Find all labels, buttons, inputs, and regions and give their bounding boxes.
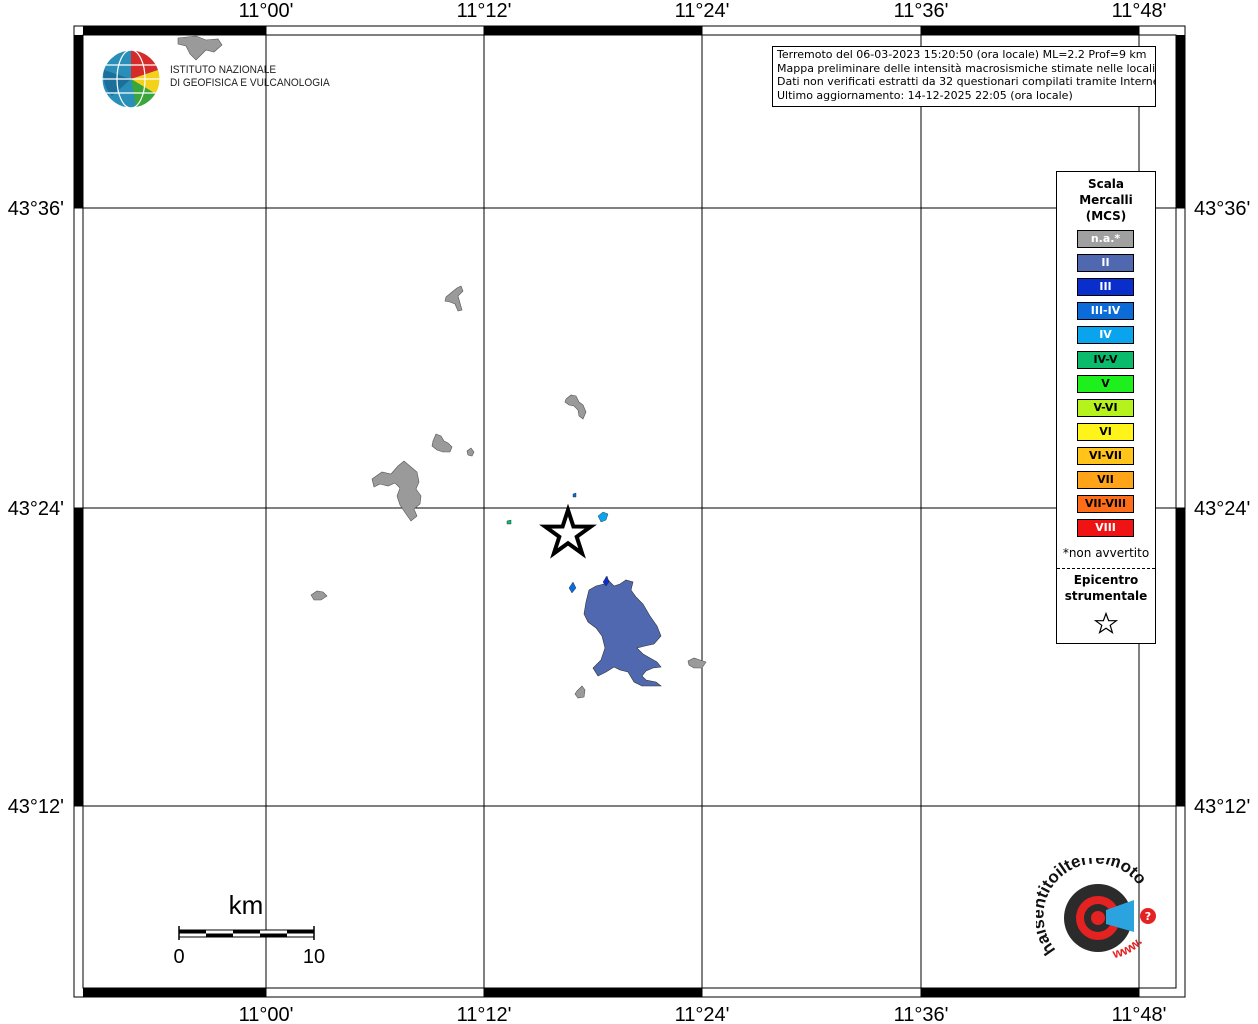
event-info-box: Terremoto del 06-03-2023 15:20:50 (ora l…	[772, 46, 1156, 107]
legend-swatch-7: V-VI	[1077, 398, 1134, 417]
lat-label-left-3: 43°12'	[8, 796, 64, 818]
legend-swatch-4: IV	[1077, 326, 1134, 345]
lat-label-right-3: 43°12'	[1194, 796, 1250, 818]
lat-label-right-1: 43°36'	[1194, 198, 1250, 220]
svg-text:?: ?	[1145, 910, 1151, 923]
lon-label-top-3: 11°24'	[675, 0, 730, 22]
legend-swatch-3: III-IV	[1077, 302, 1134, 321]
lat-label-left-1: 43°36'	[8, 198, 64, 220]
lon-label-top-4: 11°36'	[894, 0, 949, 22]
legend-note: *non avvertito	[1062, 546, 1150, 560]
scale-unit: km	[229, 890, 264, 920]
legend-swatch-6: V	[1077, 374, 1134, 393]
ingv-logo: ISTITUTO NAZIONALE DI GEOFISICA E VULCAN…	[100, 48, 330, 110]
scale-min: 0	[173, 946, 184, 968]
legend-separator	[1057, 568, 1155, 569]
lat-label-left-2: 43°24'	[8, 498, 64, 520]
lon-label-bottom-3: 11°24'	[675, 1004, 730, 1024]
event-info-line3: Dati non verificati estratti da 32 quest…	[777, 75, 1156, 88]
hsit-logo: ? haisentitoilterremoto.it www.	[1028, 843, 1162, 978]
lon-label-top-5: 11°48'	[1112, 0, 1167, 22]
lat-label-right-2: 43°24'	[1194, 498, 1250, 520]
event-info-line4: Ultimo aggiornamento: 14-12-2025 22:05 (…	[777, 88, 1073, 102]
ingv-globe-icon	[101, 49, 161, 109]
lon-label-bottom-5: 11°48'	[1112, 1004, 1167, 1024]
event-info-line1: Terremoto del 06-03-2023 15:20:50 (ora l…	[777, 48, 1147, 61]
lon-label-bottom-4: 11°36'	[894, 1004, 949, 1024]
legend-swatch-10: VII	[1077, 471, 1134, 489]
legend-swatch-2: III	[1077, 278, 1134, 297]
legend-swatch-11: VII-VIII	[1077, 495, 1134, 514]
lon-label-bottom-2: 11°12'	[457, 1004, 512, 1024]
legend-epicenter-label: Epicentro strumentale	[1064, 573, 1148, 603]
frame-border-top	[83, 26, 1139, 35]
ingv-name: ISTITUTO NAZIONALE DI GEOFISICA E VULCAN…	[170, 64, 330, 90]
lon-label-bottom-1: 11°00'	[239, 1004, 294, 1024]
legend-swatch-9: VI-VII	[1077, 446, 1134, 465]
lon-label-top-1: 11°00'	[239, 0, 294, 22]
legend-swatch-8: VI	[1077, 422, 1134, 441]
legend-swatch-12: VIII	[1077, 519, 1134, 538]
legend-title: Scala Mercalli (MCS)	[1079, 177, 1133, 223]
ingv-name-line1: ISTITUTO NAZIONALE	[170, 64, 277, 76]
legend-swatch-0: n.a.*	[1077, 230, 1134, 248]
legend-swatch-1: II	[1077, 254, 1134, 273]
hsit-logo-icon: ? haisentitoilterremoto.it www.	[1028, 843, 1156, 961]
event-info-line2: Mappa preliminare delle intensità macros…	[777, 61, 1156, 75]
scale-max: 10	[303, 946, 325, 968]
legend-star-icon	[1093, 612, 1119, 634]
lon-label-top-2: 11°12'	[457, 0, 512, 22]
frame-border-bottom	[83, 988, 1139, 997]
ingv-name-line2: DI GEOFISICA E VULCANOLOGIA	[170, 77, 330, 89]
mcs-legend: Scala Mercalli (MCS) n.a.* II III III-IV IV I…	[1056, 171, 1156, 644]
map-frame-inner	[82, 34, 1177, 989]
legend-swatch-5: IV-V	[1077, 350, 1134, 369]
